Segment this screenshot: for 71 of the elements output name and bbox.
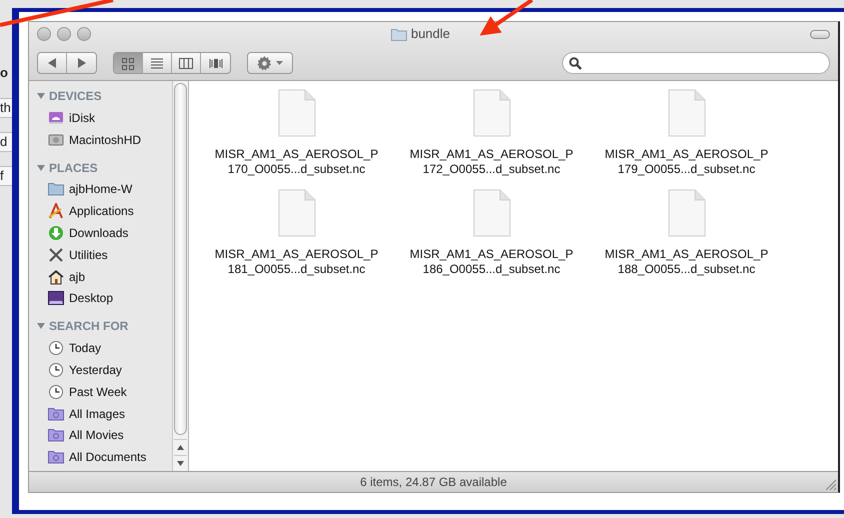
document-icon [278, 189, 316, 237]
smart-folder-icon [48, 427, 64, 444]
document-icon [472, 89, 510, 137]
window-title: bundle [410, 25, 450, 44]
file-name[interactable]: MISR_AM1_AS_AEROSOL_P 172_O0055...d_subset.nc [410, 147, 574, 177]
list-icon [150, 56, 164, 70]
document-icon [472, 189, 510, 237]
disclosure-triangle-icon[interactable] [37, 322, 45, 330]
sidebar-item[interactable]: Past Week [69, 382, 127, 401]
annotation-arrow [480, 0, 534, 36]
back-icon [48, 58, 56, 68]
file-name[interactable]: MISR_AM1_AS_AEROSOL_P 170_O0055...d_subset.nc [214, 147, 378, 177]
minimize-button[interactable] [57, 27, 71, 41]
action-menu-button[interactable] [247, 52, 293, 74]
sidebar-item[interactable]: Yesterday [69, 361, 122, 380]
folder-icon [48, 181, 64, 198]
toolbar-toggle-button[interactable] [810, 30, 830, 38]
gear-icon [257, 56, 272, 70]
caret-icon [276, 61, 283, 65]
sidebar-item[interactable]: MacintoshHD [69, 130, 142, 149]
background-text: f [0, 166, 12, 186]
document-icon [668, 89, 706, 137]
sidebar-item[interactable]: iDisk [69, 108, 95, 127]
cover-flow-icon [208, 56, 222, 70]
icon-view-button[interactable] [114, 53, 143, 73]
hard-drive-icon [48, 132, 64, 148]
background-text: th [0, 98, 12, 118]
scroll-bar[interactable] [172, 81, 188, 472]
section-heading: DEVICES [49, 88, 102, 105]
sidebar-item[interactable]: Downloads [69, 224, 128, 242]
file-name[interactable]: MISR_AM1_AS_AEROSOL_P 186_O0055...d_subset.nc [410, 247, 574, 277]
desktop-icon [48, 290, 64, 306]
grid-icon [121, 56, 135, 70]
smart-folder-icon [48, 406, 64, 422]
disclosure-triangle-icon[interactable] [37, 164, 45, 172]
file-name[interactable]: MISR_AM1_AS_AEROSOL_P 179_O0055...d_subset.nc [604, 147, 768, 177]
close-button[interactable] [37, 27, 51, 41]
search-field[interactable] [562, 52, 830, 74]
applications-icon [48, 203, 64, 220]
background-text: o [0, 64, 9, 82]
sidebar-item[interactable]: Today [69, 339, 102, 358]
smart-folder-icon [48, 449, 64, 466]
sidebar-item[interactable]: Utilities [69, 246, 108, 264]
sidebar-item[interactable]: All Documents [69, 448, 146, 466]
search-icon [569, 56, 582, 70]
sidebar-item[interactable]: All Movies [69, 426, 124, 444]
file-name[interactable]: MISR_AM1_AS_AEROSOL_P 188_O0055...d_subset.nc [604, 247, 768, 277]
download-icon [48, 225, 64, 242]
sidebar-item[interactable]: Desktop [69, 289, 114, 308]
forward-icon [78, 58, 86, 68]
section-heading: PLACES [49, 160, 98, 177]
document-icon [278, 89, 316, 137]
resize-grip-icon[interactable] [825, 479, 836, 490]
sidebar-item[interactable]: All Images [69, 404, 126, 423]
sidebar-item[interactable]: ajb [69, 268, 86, 286]
document-icon [668, 189, 706, 237]
status-text: 6 items, 24.87 GB available [360, 474, 507, 492]
clock-icon [48, 362, 64, 378]
house-icon [48, 268, 64, 285]
sidebar-item[interactable]: Applications [69, 202, 134, 220]
tools-icon [48, 246, 64, 263]
background-text: d [0, 132, 12, 152]
clock-icon [48, 340, 64, 356]
section-heading: SEARCH FOR [49, 318, 128, 336]
columns-icon [179, 56, 193, 70]
folder-icon [390, 28, 407, 40]
disclosure-triangle-icon[interactable] [37, 92, 45, 100]
file-name[interactable]: MISR_AM1_AS_AEROSOL_P 181_O0055...d_subset.nc [214, 247, 378, 277]
clock-icon [48, 384, 64, 400]
sidebar-item[interactable]: ajbHome-W [69, 180, 132, 198]
zoom-button[interactable] [77, 27, 91, 41]
